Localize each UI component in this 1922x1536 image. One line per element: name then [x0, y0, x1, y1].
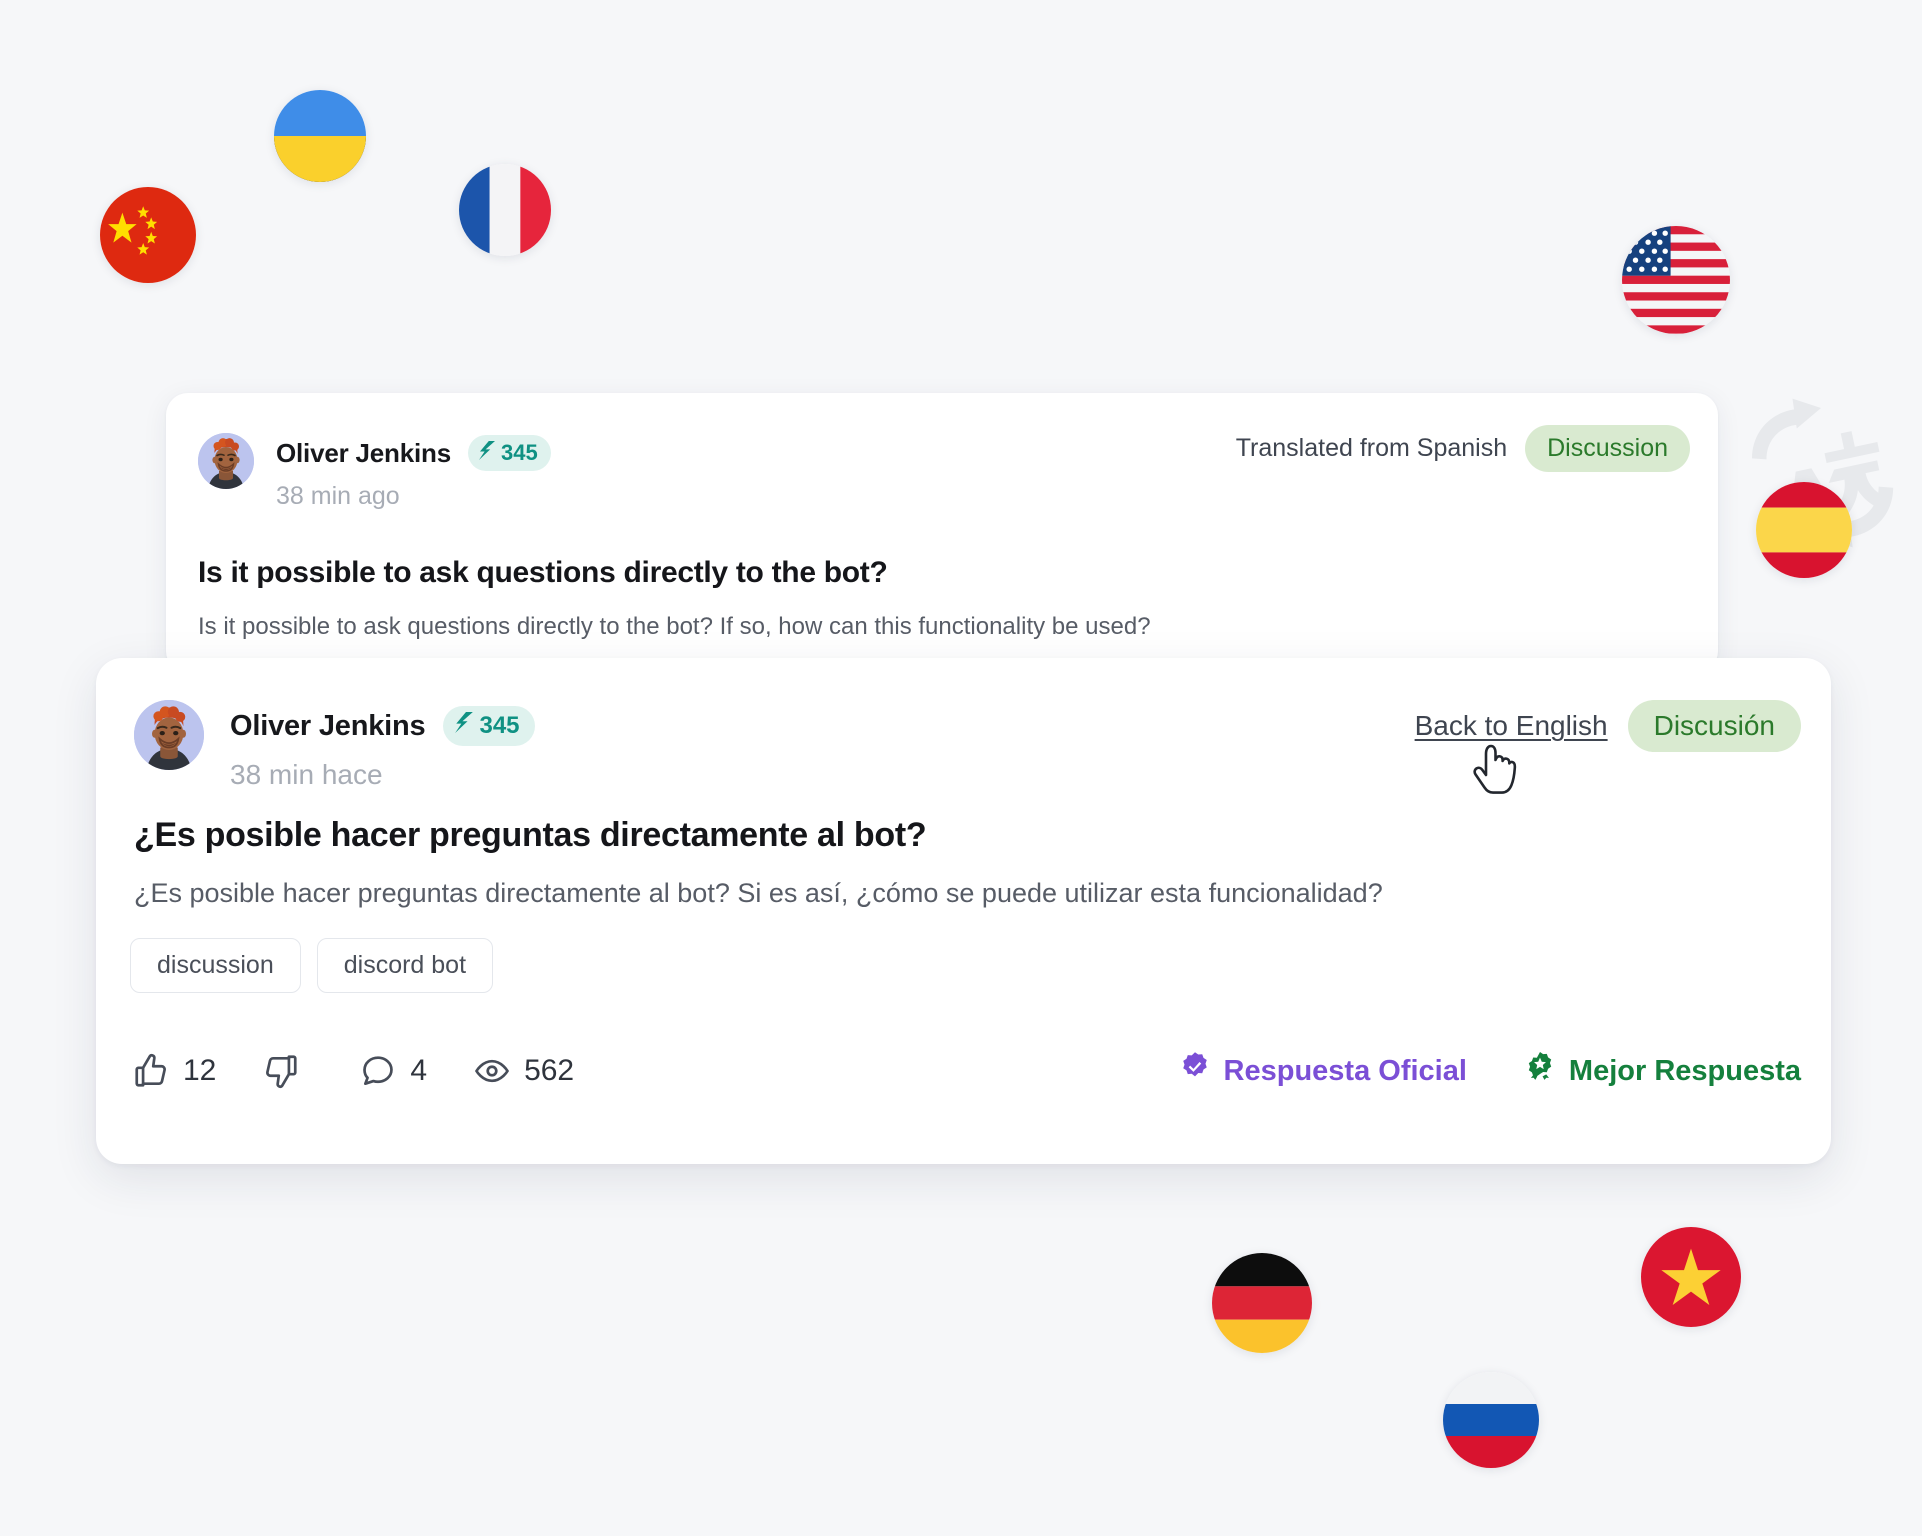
flag-ukraine [274, 90, 366, 182]
comment-bubble-icon [359, 1052, 397, 1090]
best-answer-badge: Mejor Respuesta [1523, 1050, 1801, 1092]
flag-germany [1212, 1253, 1312, 1353]
tag-list: discussion discord bot [130, 938, 494, 993]
award-rosette-icon [1523, 1050, 1557, 1092]
avatar [198, 433, 254, 489]
like-count: 12 [183, 1054, 217, 1087]
post-body: Is it possible to ask questions directly… [198, 613, 1151, 640]
flag-russia [1443, 1372, 1539, 1468]
action-bar: 12 4 562 Respuesta Oficial Mejor Respues… [132, 1050, 1801, 1092]
karma-badge: 345 [467, 435, 551, 471]
avatar [134, 700, 204, 770]
category-pill[interactable]: Discussion [1525, 425, 1690, 472]
author-name: Oliver Jenkins [230, 709, 426, 742]
like-button[interactable]: 12 [132, 1052, 216, 1090]
post-title: Is it possible to ask questions directly… [198, 556, 888, 589]
karma-value: 345 [500, 440, 538, 465]
post-card-translated: Oliver Jenkins 345 38 min ago Translated… [166, 393, 1718, 673]
category-pill[interactable]: Discusión [1627, 700, 1801, 752]
official-answer-badge: Respuesta Oficial [1178, 1050, 1467, 1092]
flag-france [459, 164, 551, 256]
bolt-icon [454, 712, 474, 740]
flag-usa [1622, 226, 1730, 334]
bolt-icon [478, 440, 496, 466]
timestamp: 38 min ago [276, 482, 400, 510]
thumbs-up-icon [132, 1052, 170, 1090]
comments-button[interactable]: 4 [359, 1052, 427, 1090]
verified-badge-icon [1178, 1050, 1212, 1092]
best-answer-label: Mejor Respuesta [1568, 1054, 1801, 1087]
pointing-hand-cursor [1464, 732, 1524, 804]
flag-china [100, 187, 196, 283]
tag-discussion[interactable]: discussion [130, 938, 301, 993]
dislike-button[interactable] [262, 1052, 313, 1090]
post-title: ¿Es posible hacer preguntas directamente… [134, 816, 927, 854]
tag-discord-bot[interactable]: discord bot [316, 938, 494, 993]
view-count: 562 [524, 1054, 575, 1087]
views-indicator: 562 [473, 1052, 574, 1090]
translation-note: Translated from Spanish [1235, 434, 1508, 462]
timestamp: 38 min hace [230, 759, 383, 790]
official-answer-label: Respuesta Oficial [1223, 1054, 1467, 1087]
post-body: ¿Es posible hacer preguntas directamente… [134, 878, 1383, 908]
author-name: Oliver Jenkins [276, 437, 451, 468]
thumbs-down-icon [262, 1052, 300, 1090]
canvas: Oliver Jenkins 345 38 min ago Translated… [0, 0, 1922, 1536]
eye-icon [473, 1052, 511, 1090]
karma-value: 345 [479, 712, 520, 739]
flag-spain [1756, 482, 1852, 578]
post-card-original: Oliver Jenkins 345 38 min hace Back to E… [96, 658, 1831, 1164]
flag-vietnam [1641, 1227, 1741, 1327]
karma-badge: 345 [443, 706, 535, 746]
answer-badges: Respuesta Oficial Mejor Respuesta [1178, 1050, 1801, 1092]
comment-count: 4 [410, 1054, 428, 1087]
